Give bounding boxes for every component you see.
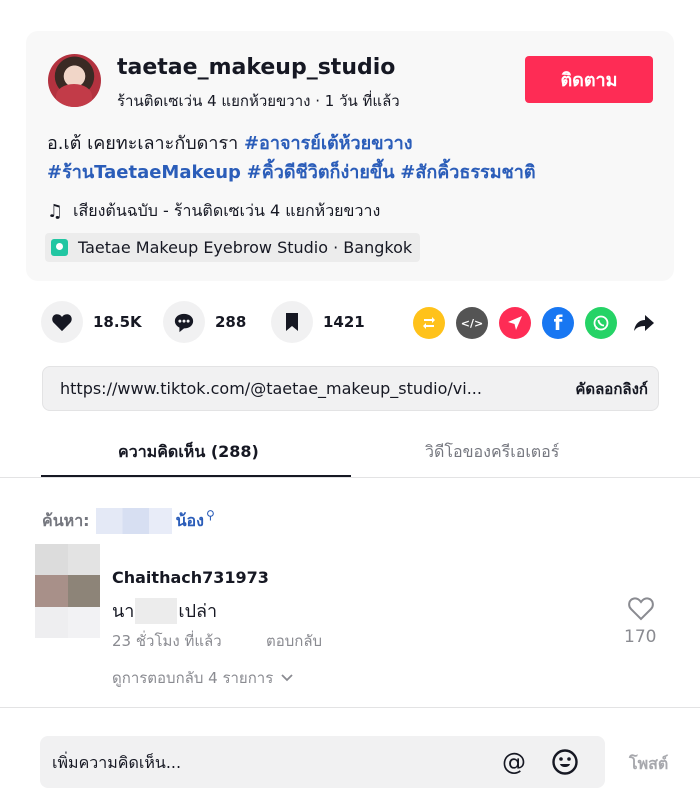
share-arrow-icon (634, 315, 654, 331)
tab-comments[interactable]: ความคิดเห็น (288) (118, 440, 259, 465)
active-tab-indicator (41, 475, 351, 477)
music-label: เสียงต้นฉบับ - ร้านติดเซเว่น 4 แยกห้วยขว… (73, 201, 381, 220)
like-action[interactable]: 18.5K (41, 301, 142, 343)
hashtag-link[interactable]: #คิ้วดีชีวิตก็ง่ายขึ้น (247, 162, 395, 183)
save-action[interactable]: 1421 (271, 301, 365, 343)
comment-action[interactable]: 288 (163, 301, 246, 343)
repost-icon (423, 317, 435, 329)
comment-text-end: เปล่า (178, 601, 218, 622)
facebook-share-button[interactable]: f (542, 307, 574, 339)
comment-bubble-icon (174, 313, 194, 332)
whatsapp-share-button[interactable] (585, 307, 617, 339)
comment-button[interactable] (163, 301, 205, 343)
post-button[interactable]: โพสต์ (629, 752, 668, 777)
comment-text: นา เปล่า (112, 596, 217, 625)
repost-button[interactable] (413, 307, 445, 339)
bookmark-icon (286, 313, 298, 331)
reply-button[interactable]: ตอบกลับ (266, 629, 322, 653)
location-chip[interactable]: Taetae Makeup Eyebrow Studio · Bangkok (45, 233, 421, 262)
video-description: อ.เต้ เคยทะเลาะกับดารา #อาจารย์เต้ห้วยขว… (47, 129, 657, 187)
like-count: 18.5K (93, 313, 142, 331)
tab-creator-videos[interactable]: วิดีโอของครีเอเตอร์ (425, 440, 559, 465)
emoji-icon[interactable] (551, 748, 579, 776)
embed-button[interactable]: </> (456, 307, 488, 339)
commenter-username[interactable]: Chaithach731973 (112, 568, 269, 587)
related-search[interactable]: ค้นหา: น้อง ⚲ (42, 508, 215, 534)
copy-link-button[interactable]: คัดลอกลิงก์ (575, 375, 648, 403)
blurred-search-text (95, 508, 172, 534)
comment-input[interactable] (52, 749, 482, 775)
search-label: ค้นหา: (42, 510, 90, 530)
search-icon: ⚲ (205, 508, 215, 522)
blurred-comment-text (135, 597, 178, 624)
video-info-card: taetae_makeup_studio ร้านติดเซเว่น 4 แยก… (26, 31, 674, 281)
facebook-icon: f (553, 311, 563, 335)
hashtag-link[interactable]: #สักคิ้วธรรมชาติ (400, 162, 535, 183)
author-subline: ร้านติดเซเว่น 4 แยกห้วยขวาง · 1 วัน ที่แ… (117, 92, 400, 110)
view-replies-label: ดูการตอบกลับ 4 รายการ (112, 669, 274, 687)
location-pin-icon (51, 239, 68, 256)
comment-tabs: ความคิดเห็น (288) วิดีโอของครีเอเตอร์ (0, 420, 700, 478)
send-icon (508, 316, 522, 330)
action-bar: 18.5K 288 1421 </> f (41, 301, 661, 345)
hashtag-link[interactable]: #ร้านTaetaeMakeup (47, 162, 241, 183)
search-term[interactable]: น้อง (176, 509, 204, 534)
author-avatar[interactable] (48, 54, 101, 107)
composer-divider (0, 707, 700, 708)
video-link-box: https://www.tiktok.com/@taetae_makeup_st… (42, 366, 659, 411)
comment-text-start: นา (112, 601, 135, 622)
chevron-down-icon (281, 674, 293, 682)
follow-button[interactable]: ติดตาม (525, 56, 653, 103)
save-count: 1421 (323, 313, 365, 331)
hashtag-link[interactable]: #อาจารย์เต้ห้วยขวาง (244, 133, 413, 154)
comment-timestamp: 23 ชั่วโมง ที่แล้ว (112, 632, 222, 650)
music-note-icon: ♫ (47, 201, 64, 222)
heart-icon (52, 314, 72, 332)
location-label: Taetae Makeup Eyebrow Studio · Bangkok (78, 238, 413, 257)
description-text: อ.เต้ เคยทะเลาะกับดารา (47, 133, 239, 154)
video-link-url[interactable]: https://www.tiktok.com/@taetae_makeup_st… (60, 379, 506, 398)
like-button[interactable] (41, 301, 83, 343)
mention-icon[interactable]: @ (500, 748, 528, 776)
embed-icon: </> (460, 316, 484, 330)
comment-like-count: 170 (624, 627, 657, 647)
more-share-button[interactable] (628, 307, 660, 339)
comment-count: 288 (215, 313, 247, 331)
author-username[interactable]: taetae_makeup_studio (117, 55, 395, 80)
send-button[interactable] (499, 307, 531, 339)
view-replies-button[interactable]: ดูการตอบกลับ 4 รายการ (112, 666, 293, 690)
commenter-avatar[interactable] (35, 544, 100, 638)
whatsapp-icon (593, 315, 609, 331)
save-button[interactable] (271, 301, 313, 343)
music-link[interactable]: ♫ เสียงต้นฉบับ - ร้านติดเซเว่น 4 แยกห้วย… (47, 199, 380, 224)
heart-outline-icon[interactable] (627, 595, 655, 621)
comment-composer: @ (40, 736, 605, 788)
